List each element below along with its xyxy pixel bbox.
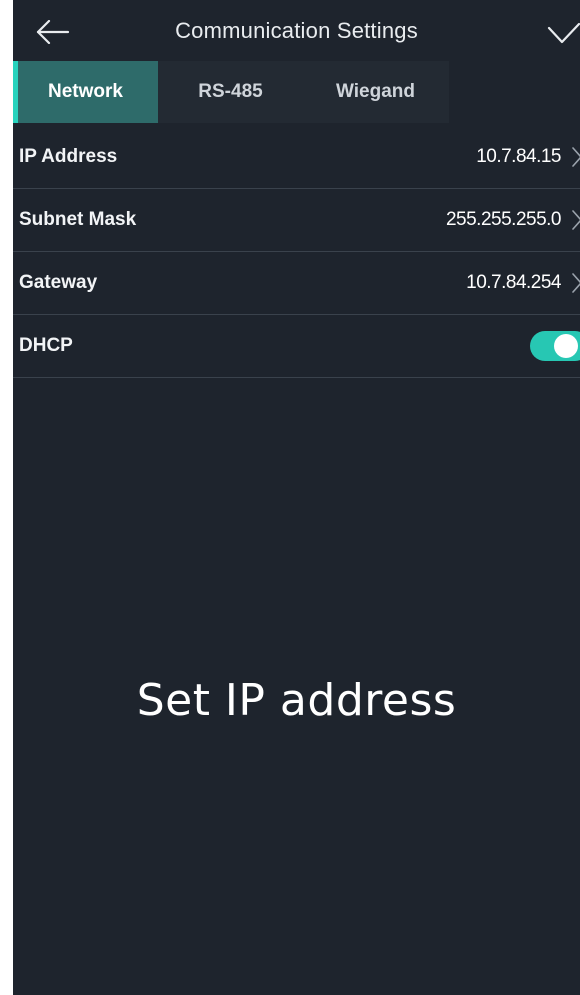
chevron-right-icon — [572, 273, 580, 293]
tab-bar: Network RS-485 Wiegand — [13, 61, 449, 123]
settings-list: IP Address 10.7.84.15 Subnet Mask 255.25… — [13, 126, 580, 378]
gateway-value: 10.7.84.254 — [466, 272, 561, 293]
header-bar: Communication Settings — [13, 0, 580, 62]
toggle-knob — [554, 334, 578, 358]
tab-label: Network — [48, 81, 123, 102]
tab-wiegand[interactable]: Wiegand — [303, 61, 448, 123]
subnet-mask-row[interactable]: Subnet Mask 255.255.255.0 — [13, 189, 580, 252]
dhcp-row: DHCP — [13, 315, 580, 378]
ip-address-label: IP Address — [19, 146, 118, 167]
confirm-button[interactable] — [544, 16, 580, 52]
caption-text: Set IP address — [136, 675, 457, 726]
tab-network[interactable]: Network — [13, 61, 158, 123]
tab-label: RS-485 — [198, 81, 263, 102]
page-title: Communication Settings — [175, 18, 418, 43]
gateway-label: Gateway — [19, 272, 98, 293]
subnet-mask-label: Subnet Mask — [19, 209, 137, 230]
subnet-mask-value: 255.255.255.0 — [445, 209, 562, 230]
tab-rs485[interactable]: RS-485 — [158, 61, 303, 123]
ip-address-value: 10.7.84.15 — [476, 146, 561, 167]
tab-label: Wiegand — [336, 81, 415, 102]
chevron-right-icon — [572, 210, 580, 230]
checkmark-icon — [547, 22, 580, 44]
screen: Communication Settings Network RS-485 Wi… — [0, 0, 580, 995]
ip-address-row[interactable]: IP Address 10.7.84.15 — [13, 126, 580, 189]
chevron-right-icon — [572, 147, 580, 167]
gateway-row[interactable]: Gateway 10.7.84.254 — [13, 252, 580, 315]
dhcp-label: DHCP — [19, 335, 73, 356]
dhcp-toggle[interactable] — [530, 331, 580, 361]
device-screen-panel: Communication Settings Network RS-485 Wi… — [13, 0, 580, 995]
